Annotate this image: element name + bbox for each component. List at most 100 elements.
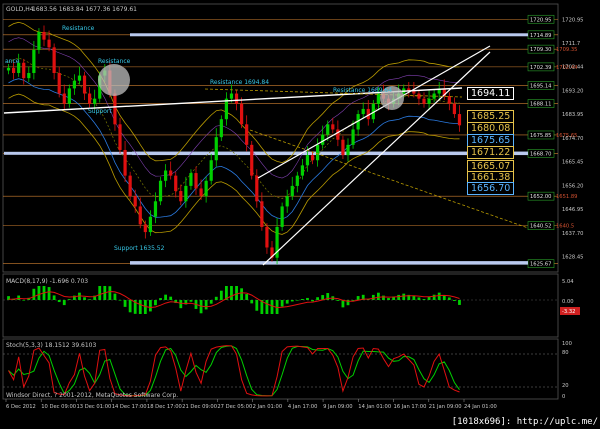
time-axis-label: 6 Dec 2012 bbox=[6, 404, 36, 410]
horizontal-band bbox=[130, 261, 528, 265]
stoch-axis-80: 80 bbox=[562, 350, 569, 356]
candle-body bbox=[158, 180, 163, 202]
candle-body bbox=[265, 226, 269, 248]
level-box-label: 1668.70 bbox=[530, 151, 551, 157]
candle-body bbox=[245, 124, 249, 145]
candle-body bbox=[189, 173, 193, 186]
macd-histogram-bar bbox=[98, 286, 102, 300]
macd-histogram-bar bbox=[285, 300, 289, 304]
macd-histogram-bar bbox=[83, 297, 86, 300]
level-right-label: 1640.5 bbox=[556, 224, 574, 230]
macd-histogram-bar bbox=[67, 299, 71, 300]
candle-body bbox=[153, 201, 158, 217]
macd-histogram-bar bbox=[204, 300, 208, 310]
macd-histogram-bar bbox=[422, 299, 426, 300]
macd-histogram-bar bbox=[377, 292, 380, 300]
price-axis-label: 1693.20 bbox=[562, 88, 583, 94]
copyright-text: Windsor Direct, ? 2001-2012, MetaQuotes … bbox=[6, 392, 178, 399]
candle-body bbox=[12, 67, 16, 74]
candle-body bbox=[341, 139, 345, 156]
time-axis-label: 16 Jan 17:00 bbox=[394, 404, 427, 410]
macd-histogram-bar bbox=[341, 300, 345, 308]
macd-histogram-bar bbox=[316, 297, 319, 300]
macd-histogram-bar bbox=[57, 300, 61, 303]
candle-body bbox=[255, 175, 259, 202]
candle-body bbox=[250, 144, 254, 176]
resistance-1689-label: Resistance 1689.64 bbox=[333, 87, 392, 94]
macd-histogram-bar bbox=[88, 299, 91, 300]
candle-body bbox=[22, 62, 26, 79]
level-box-label: 1702.39 bbox=[530, 65, 551, 71]
time-axis-label: 9 Jan 09:00 bbox=[323, 404, 353, 410]
candle-body bbox=[361, 108, 365, 115]
macd-histogram-bar bbox=[245, 294, 249, 300]
time-axis-label: 14 Jan 01:00 bbox=[358, 404, 391, 410]
macd-histogram-bar bbox=[240, 288, 243, 300]
candle-body bbox=[214, 137, 218, 161]
candle-body bbox=[77, 75, 82, 81]
chart-canvas: 1720.95 1714.89 1709.30 1709.35 1702.39 1702.… bbox=[2, 3, 584, 410]
macd-histogram-bar bbox=[113, 293, 117, 300]
candle-body bbox=[224, 98, 228, 120]
candle-body bbox=[199, 188, 203, 197]
candle-body bbox=[27, 73, 31, 79]
candle-body bbox=[143, 224, 147, 233]
macd-histogram-bar bbox=[356, 296, 360, 300]
candle-body bbox=[326, 124, 330, 135]
macd-histogram-bar bbox=[371, 294, 375, 300]
candle-body bbox=[285, 196, 289, 207]
candle-body bbox=[316, 144, 320, 161]
time-axis-label: 13 Dec 01:00 bbox=[76, 404, 111, 410]
candle-body bbox=[148, 216, 152, 233]
resistance-1694-label: Resistance 1694.84 bbox=[210, 79, 269, 86]
macd-histogram-bar bbox=[118, 299, 122, 301]
resistance-label-top: Resistance bbox=[62, 25, 95, 32]
highlight-circle-left bbox=[98, 64, 130, 96]
level-box-label: 1709.30 bbox=[530, 47, 551, 53]
candle-body bbox=[427, 98, 431, 104]
candle-body bbox=[290, 185, 294, 197]
macd-histogram-bar bbox=[47, 287, 51, 300]
macd-histogram-bar bbox=[159, 298, 162, 300]
stoch-axis-0: 0 bbox=[562, 394, 565, 400]
macd-histogram-bar bbox=[290, 300, 294, 302]
resistance-label-mid: Resistance bbox=[98, 58, 131, 65]
macd-histogram-bar bbox=[164, 294, 167, 300]
support-1635-label: Support 1635.52 bbox=[114, 245, 165, 252]
price-axis-label: 1711.7 bbox=[562, 41, 580, 47]
price-tag-1694: 1694.11 bbox=[467, 87, 515, 100]
level-box-label: 1652.00 bbox=[530, 194, 551, 200]
candle-body bbox=[452, 103, 456, 115]
candle-body bbox=[229, 93, 234, 99]
candle-body bbox=[305, 155, 310, 166]
macd-histogram-bar bbox=[458, 300, 461, 305]
candle-body bbox=[209, 160, 213, 181]
level-box-label: 1625.67 bbox=[530, 262, 551, 268]
candle-body bbox=[331, 124, 335, 130]
stoch-label: Stoch(5,3,3) 18.1512 39.6103 bbox=[6, 342, 97, 349]
macd-histogram-bar bbox=[255, 300, 259, 311]
macd-label: MACD(8,17,9) -1.696 0.703 bbox=[6, 278, 88, 285]
macd-histogram-bar bbox=[17, 295, 21, 300]
level-box-label: 1640.52 bbox=[530, 224, 551, 230]
candle-body bbox=[422, 98, 426, 104]
macd-histogram-bar bbox=[250, 300, 254, 304]
candle-body bbox=[133, 196, 137, 207]
macd-histogram-bar bbox=[453, 300, 456, 301]
candle-body bbox=[351, 129, 355, 145]
macd-axis-mid: 0.00 bbox=[562, 299, 574, 305]
symbol-title: GOLD,H4 bbox=[6, 6, 34, 13]
candle-body bbox=[93, 98, 97, 104]
macd-axis-top: 5.04 bbox=[562, 279, 574, 285]
macd-histogram-bar bbox=[402, 293, 406, 300]
candle-body bbox=[184, 185, 188, 202]
candle-body bbox=[194, 173, 198, 189]
macd-histogram-bar bbox=[295, 300, 299, 301]
level-box-label: 1695.14 bbox=[530, 83, 552, 89]
candle-body bbox=[280, 206, 284, 227]
price-axis-label: 1646.95 bbox=[562, 207, 583, 213]
macd-histogram-bar bbox=[432, 294, 436, 300]
macd-histogram-bar bbox=[417, 297, 421, 300]
candle-body bbox=[128, 175, 132, 197]
price-axis-label: 1702.44 bbox=[562, 65, 584, 71]
